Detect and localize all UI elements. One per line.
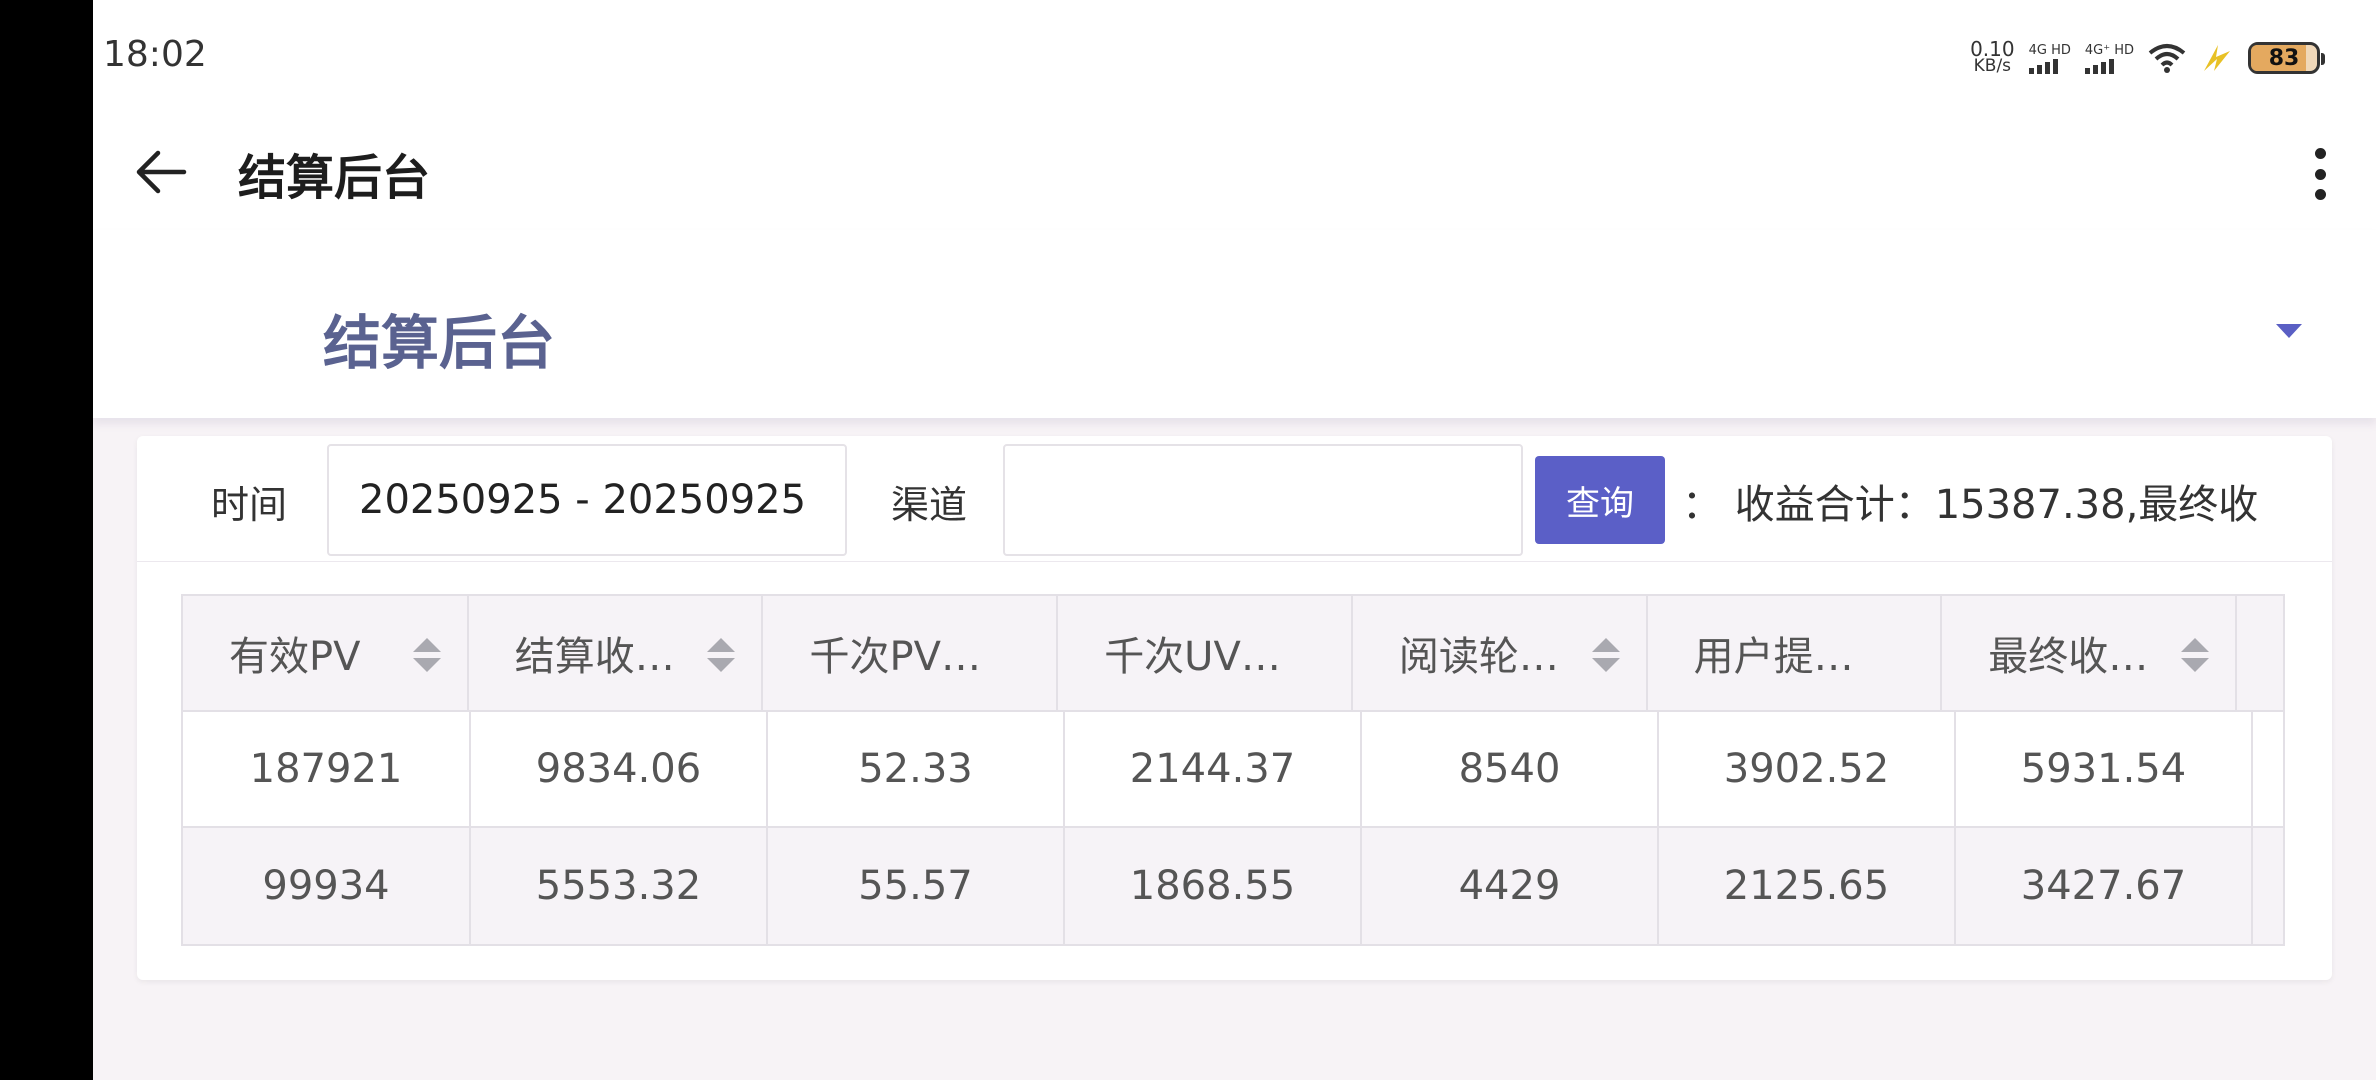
signal-2-label: 4G⁺ HD: [2084, 42, 2134, 58]
page-title: 结算后台: [323, 309, 556, 377]
column-header[interactable]: 阅读轮…: [1353, 596, 1648, 710]
table-cell: 3902.52: [1659, 712, 1956, 826]
table-cell: 1868.55: [1065, 828, 1362, 944]
signal-1: 4G HD: [2028, 42, 2071, 74]
signal-1-label: 4G HD: [2028, 42, 2071, 58]
battery-icon: 83: [2248, 42, 2325, 74]
signal-2: 4G⁺ HD: [2084, 42, 2134, 74]
wifi-icon: [2148, 44, 2186, 73]
sort-icon[interactable]: [1591, 638, 1620, 674]
screen: 18:02 0.10 KB/s 4G HD 4G⁺ HD 83 结算后台 结算后…: [93, 0, 2376, 1080]
back-button[interactable]: [129, 140, 193, 204]
signal-bars-icon: [2084, 58, 2114, 74]
table-cell: 99934: [183, 828, 471, 944]
table-cell: 5553.32: [471, 828, 768, 944]
app-title: 结算后台: [238, 150, 431, 206]
table-row: 187921 9834.06 52.33 2144.37 8540 3902.5…: [183, 712, 2283, 828]
status-icons: 0.10 KB/s 4G HD 4G⁺ HD 83: [1970, 36, 2325, 80]
table-cell: 8540: [1362, 712, 1659, 826]
table-row: 99934 5553.32 55.57 1868.55 4429 2125.65…: [183, 828, 2283, 944]
revenue-summary: ： 收益合计：15387.38,最终收: [1682, 482, 2259, 528]
table-cell: 9834.06: [471, 712, 768, 826]
data-table: 有效PV 结算收… 千次PV… 千次UV… 阅读轮… 用户提… 最终收… 187…: [181, 594, 2285, 946]
charging-icon: [2204, 45, 2230, 71]
sort-icon[interactable]: [412, 638, 441, 674]
column-header[interactable]: 有效PV: [183, 596, 469, 710]
page-header: 结算后台: [93, 230, 2376, 418]
column-header: 千次UV…: [1058, 596, 1353, 710]
sort-icon[interactable]: [2181, 638, 2209, 674]
dropdown-caret-icon[interactable]: [2276, 324, 2302, 338]
table-cell: 187921: [183, 712, 471, 826]
channel-input[interactable]: [1003, 444, 1523, 556]
table-cell: 3427.67: [1956, 828, 2253, 944]
network-speed: 0.10 KB/s: [1970, 39, 2015, 76]
table-cell: 4429: [1362, 828, 1659, 944]
signal-bars-icon: [2028, 58, 2058, 74]
status-time: 18:02: [103, 34, 207, 75]
query-button[interactable]: 查询: [1535, 456, 1665, 544]
time-range-input[interactable]: 20250925 - 20250925: [327, 444, 847, 556]
filter-bar: 时间 20250925 - 20250925 渠道 查询 ： 收益合计：1538…: [137, 436, 2332, 562]
time-label: 时间: [211, 483, 288, 527]
sort-icon[interactable]: [707, 638, 736, 674]
channel-label: 渠道: [891, 483, 968, 527]
column-header-overflow: [2237, 596, 2283, 710]
back-arrow-icon: [136, 150, 187, 194]
app-bar: 结算后台: [93, 112, 2376, 230]
column-header: 千次PV…: [763, 596, 1059, 710]
more-options-button[interactable]: [2300, 134, 2340, 214]
column-header: 用户提…: [1648, 596, 1943, 710]
column-header[interactable]: 最终收…: [1942, 596, 2237, 710]
table-header-row: 有效PV 结算收… 千次PV… 千次UV… 阅读轮… 用户提… 最终收…: [183, 596, 2283, 712]
table-cell: 55.57: [768, 828, 1065, 944]
table-cell: 2144.37: [1065, 712, 1362, 826]
table-cell-overflow: [2253, 712, 2280, 826]
column-header[interactable]: 结算收…: [469, 596, 764, 710]
table-cell: 52.33: [768, 712, 1065, 826]
status-bar: 18:02 0.10 KB/s 4G HD 4G⁺ HD 83: [93, 0, 2376, 112]
settlement-card: 时间 20250925 - 20250925 渠道 查询 ： 收益合计：1538…: [137, 436, 2332, 980]
more-vert-icon: [2314, 148, 2326, 159]
battery-level: 83: [2268, 45, 2300, 71]
table-cell: 2125.65: [1659, 828, 1956, 944]
network-speed-unit: KB/s: [1973, 56, 2012, 76]
table-cell-overflow: [2253, 828, 2280, 944]
table-cell: 5931.54: [1956, 712, 2253, 826]
